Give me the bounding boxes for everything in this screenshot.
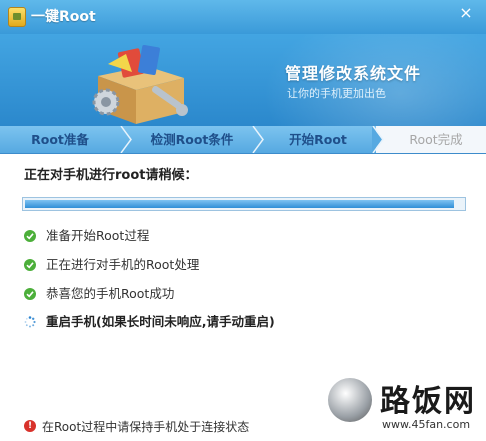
- root-tool-window: 一键Root × 管理修改系统文件 让你的手机更加出色 Root准备 检测Roo…: [0, 0, 486, 441]
- check-circle-icon: [24, 259, 36, 271]
- waiting-message: 正在对手机进行root请稍候：: [24, 168, 198, 183]
- step-start-root[interactable]: 开始Root: [264, 126, 372, 153]
- watermark-text: 路饭网: [380, 384, 476, 419]
- step-separator-icon: [252, 126, 264, 153]
- step-separator-icon: [120, 126, 132, 153]
- app-logo-icon: [8, 7, 26, 27]
- step-indicator: Root准备 检测Root条件 开始Root Root完成: [0, 126, 486, 154]
- site-watermark: 路饭网 www.45fan.com: [320, 372, 486, 441]
- watermark-url: www.45fan.com: [382, 418, 471, 431]
- warning-text: 在Root过程中请保持手机处于连接状态: [42, 420, 250, 434]
- status-text: 恭喜您的手机Root成功: [46, 286, 175, 301]
- toolbox-gear-wrench-icon: [92, 44, 188, 124]
- banner: 管理修改系统文件 让你的手机更加出色: [0, 34, 486, 126]
- app-title: 一键Root: [31, 9, 96, 25]
- status-text: 重启手机(如果长时间未响应,请手动重启): [46, 314, 275, 329]
- root-progress-bar: [22, 197, 466, 211]
- step-root-prepare[interactable]: Root准备: [0, 126, 120, 153]
- watermark-logo-icon: [328, 378, 372, 422]
- step-root-complete[interactable]: Root完成: [386, 126, 486, 153]
- check-circle-icon: [24, 230, 36, 242]
- status-text: 正在进行对手机的Root处理: [46, 257, 200, 272]
- close-button[interactable]: ×: [456, 2, 476, 24]
- banner-subtitle: 让你的手机更加出色: [287, 87, 386, 100]
- loading-spinner-icon: [24, 316, 36, 328]
- step-check-root-conditions[interactable]: 检测Root条件: [132, 126, 252, 153]
- progress-fill: [25, 200, 454, 208]
- banner-title: 管理修改系统文件: [285, 64, 422, 83]
- step-separator-icon: [372, 126, 384, 153]
- status-text: 准备开始Root过程: [46, 228, 150, 243]
- check-circle-icon: [24, 288, 36, 300]
- title-bar[interactable]: 一键Root ×: [0, 0, 486, 34]
- warning-icon: !: [24, 420, 36, 432]
